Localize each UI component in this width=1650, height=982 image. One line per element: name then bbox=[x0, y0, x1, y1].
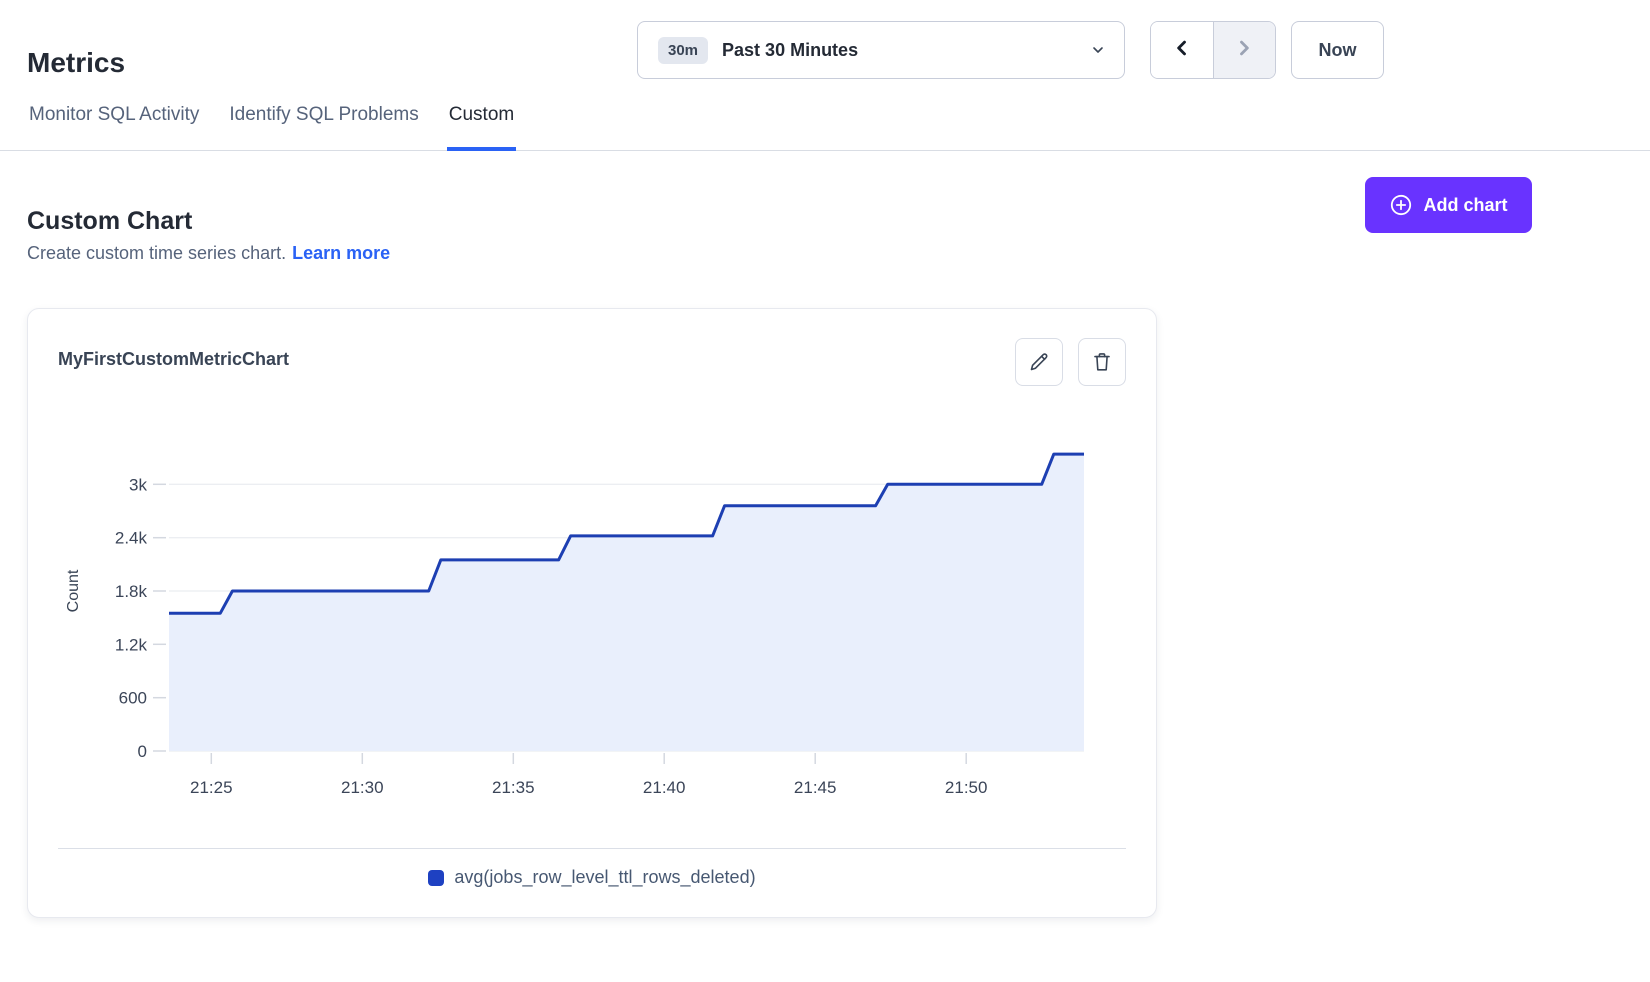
x-tick-label: 21:50 bbox=[945, 778, 988, 797]
x-tick-label: 21:40 bbox=[643, 778, 686, 797]
trash-icon bbox=[1090, 350, 1114, 374]
delete-chart-button[interactable] bbox=[1078, 338, 1126, 386]
previous-interval-button[interactable] bbox=[1151, 22, 1213, 78]
page-title: Metrics bbox=[27, 47, 125, 79]
pencil-icon bbox=[1027, 350, 1051, 374]
series-legend-label: avg(jobs_row_level_ttl_rows_deleted) bbox=[454, 867, 755, 888]
series-color-swatch bbox=[428, 870, 444, 886]
tab-custom[interactable]: Custom bbox=[447, 102, 516, 151]
now-button-label: Now bbox=[1319, 40, 1357, 61]
add-chart-button[interactable]: Add chart bbox=[1365, 177, 1532, 233]
chart-title: MyFirstCustomMetricChart bbox=[58, 349, 289, 370]
legend-divider bbox=[58, 848, 1126, 849]
chevron-down-icon bbox=[1090, 42, 1106, 58]
x-tick-label: 21:45 bbox=[794, 778, 837, 797]
chart-legend: avg(jobs_row_level_ttl_rows_deleted) bbox=[28, 867, 1156, 888]
y-tick-label: 0 bbox=[138, 742, 147, 761]
x-tick-label: 21:30 bbox=[341, 778, 384, 797]
y-tick-label: 3k bbox=[129, 475, 147, 494]
plus-circle-icon bbox=[1389, 193, 1413, 217]
section-description-text: Create custom time series chart. bbox=[27, 243, 286, 263]
time-range-dropdown[interactable]: 30m Past 30 Minutes bbox=[637, 21, 1125, 79]
chart-svg: 0 600 1.2k 1.8k 2.4k 3k 21:25 21:30 21:35 21:40 21… bbox=[58, 419, 1123, 799]
add-chart-label: Add chart bbox=[1423, 195, 1507, 216]
time-range-badge: 30m bbox=[658, 37, 708, 64]
time-step-control bbox=[1150, 21, 1276, 79]
edit-chart-button[interactable] bbox=[1015, 338, 1063, 386]
tab-monitor-sql-activity[interactable]: Monitor SQL Activity bbox=[27, 102, 201, 151]
time-range-label: Past 30 Minutes bbox=[722, 40, 858, 61]
x-tick-label: 21:25 bbox=[190, 778, 233, 797]
chart-actions bbox=[1015, 338, 1126, 386]
x-tick-label: 21:35 bbox=[492, 778, 535, 797]
now-button[interactable]: Now bbox=[1291, 21, 1384, 79]
y-tick-label: 1.2k bbox=[115, 635, 148, 654]
tab-identify-sql-problems[interactable]: Identify SQL Problems bbox=[227, 102, 420, 151]
chevron-left-icon bbox=[1172, 38, 1192, 63]
series-area bbox=[169, 454, 1084, 751]
y-tick-label: 1.8k bbox=[115, 582, 148, 601]
section-description: Create custom time series chart. Learn mo… bbox=[27, 243, 390, 264]
chevron-right-icon bbox=[1234, 38, 1254, 63]
section-heading: Custom Chart bbox=[27, 207, 192, 236]
metrics-tabs: Monitor SQL Activity Identify SQL Proble… bbox=[0, 102, 1650, 151]
next-interval-button[interactable] bbox=[1213, 22, 1276, 78]
learn-more-link[interactable]: Learn more bbox=[292, 243, 390, 263]
y-tick-label: 600 bbox=[119, 689, 147, 708]
y-axis-label: Count bbox=[65, 569, 82, 612]
y-tick-label: 2.4k bbox=[115, 529, 148, 548]
custom-chart-card: MyFirstCustomMetricChart 0 600 1.2k 1.8k 2.4… bbox=[27, 308, 1157, 918]
